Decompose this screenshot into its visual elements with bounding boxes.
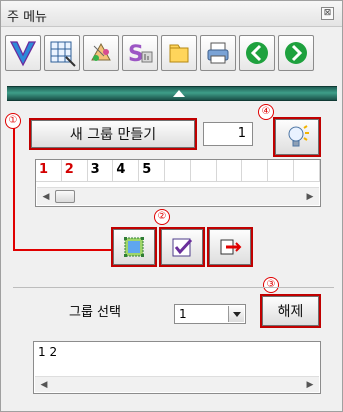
paint-icon[interactable] (83, 35, 119, 71)
result-text: 1 2 (38, 345, 58, 359)
grid-cell[interactable] (242, 160, 269, 182)
exit-arrow-icon (220, 239, 242, 255)
checkbox-icon (172, 238, 193, 257)
light-bulb-icon (288, 125, 309, 147)
exit-button[interactable] (207, 227, 253, 267)
scroll-left-icon[interactable]: ◀ (37, 378, 51, 392)
v-icon[interactable] (5, 35, 41, 71)
group-select-dropdown[interactable]: 1 (174, 304, 246, 324)
grid-cell[interactable] (216, 160, 243, 182)
scroll-thumb[interactable] (55, 190, 75, 203)
scroll-right-icon[interactable]: ▶ (303, 190, 317, 204)
window-title: 주 메뉴 (7, 10, 48, 25)
main-menu-panel: 주 메뉴 ⊠ S ① ④ ② ③ 새 그룹 만들기 1 1 2 3 4 5 ◀ … (0, 0, 343, 412)
grid-scrollbar[interactable]: ◀ ▶ (37, 187, 319, 205)
group-grid[interactable]: 12345 ◀ ▶ (35, 159, 321, 207)
svg-text:S: S (128, 42, 144, 67)
printer-icon[interactable] (200, 35, 236, 71)
s-chart-icon[interactable]: S (122, 35, 158, 71)
grid-cell[interactable]: 2 (61, 160, 88, 182)
forward-arrow-icon[interactable] (278, 35, 314, 71)
create-group-label: 새 그룹 만들기 (69, 127, 157, 143)
chevron-down-icon[interactable] (228, 306, 244, 322)
folder-icon[interactable] (161, 35, 197, 71)
result-scrollbar[interactable]: ◀ ▶ (35, 376, 319, 392)
selection-area-icon (124, 237, 144, 257)
release-button-label: 해제 (277, 304, 304, 320)
scroll-left-icon[interactable]: ◀ (39, 190, 53, 204)
selected-group-value: 1 (179, 307, 187, 321)
release-button[interactable]: 해제 (260, 294, 321, 328)
grid-cell[interactable]: 3 (87, 160, 114, 182)
grid-cell[interactable]: 1 (36, 160, 62, 182)
grid-cell[interactable] (190, 160, 217, 182)
light-bulb-button[interactable] (273, 117, 321, 157)
grid-row: 12345 (36, 160, 320, 182)
select-grid-button[interactable] (111, 227, 157, 267)
marker-3: ③ (263, 277, 279, 293)
check-button[interactable] (159, 227, 205, 267)
splitter-bar[interactable] (7, 86, 337, 101)
grid-edit-icon[interactable] (44, 35, 80, 71)
grid-cell[interactable] (164, 160, 191, 182)
marker-1: ① (5, 113, 21, 129)
marker-2: ② (154, 209, 170, 225)
callout-line-vertical (13, 128, 15, 251)
scroll-right-icon[interactable]: ▶ (303, 378, 317, 392)
result-textbox[interactable]: 1 2 ◀ ▶ (33, 341, 321, 394)
create-group-button[interactable]: 새 그룹 만들기 (29, 118, 197, 150)
group-select-label: 그룹 선택 (69, 305, 121, 320)
close-button[interactable]: ⊠ (321, 7, 334, 20)
collapse-arrow-icon[interactable] (173, 90, 185, 97)
group-count-field[interactable]: 1 (203, 122, 253, 146)
grid-cell[interactable]: 5 (139, 160, 165, 182)
section-divider (13, 287, 334, 288)
back-arrow-icon[interactable] (239, 35, 275, 71)
grid-cell[interactable] (268, 160, 294, 182)
titlebar: 주 메뉴 ⊠ (1, 1, 342, 27)
callout-line-horizontal (13, 249, 112, 251)
grid-cell[interactable] (293, 160, 320, 182)
grid-cell[interactable]: 4 (113, 160, 140, 182)
marker-4: ④ (258, 104, 274, 120)
toolbar: S (5, 35, 340, 85)
